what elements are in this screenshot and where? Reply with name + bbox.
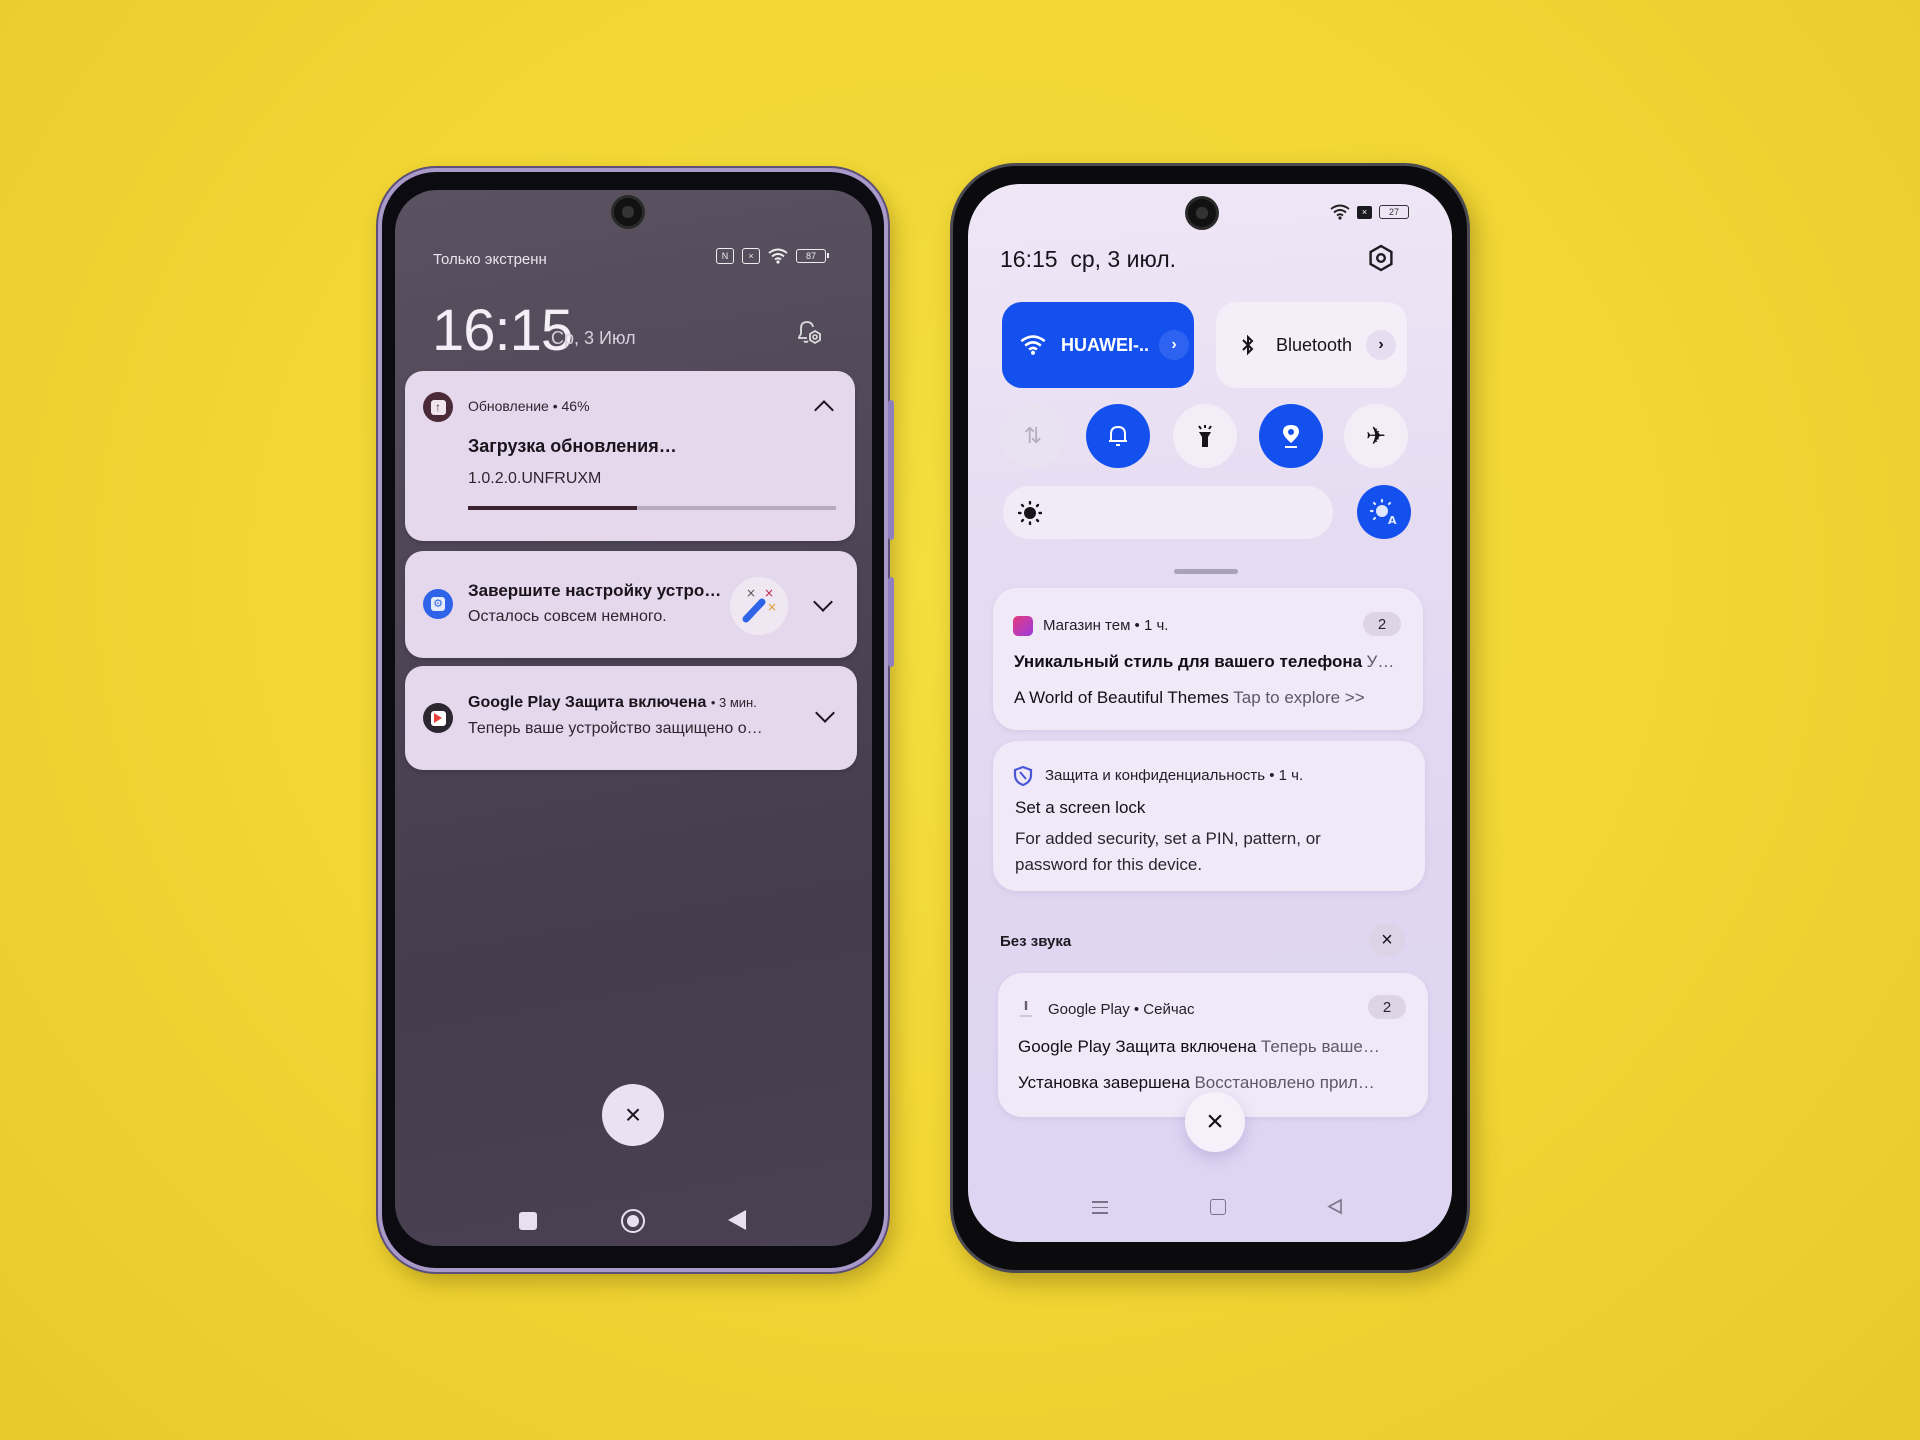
notification-text: Tap to explore >> bbox=[1233, 688, 1365, 707]
power-button bbox=[888, 577, 894, 667]
location-toggle[interactable] bbox=[1259, 404, 1323, 468]
notification-title: Google Play Защита включена bbox=[1018, 1037, 1257, 1056]
notification-text: Восстановлено прил… bbox=[1194, 1073, 1375, 1092]
notification-text: У… bbox=[1366, 652, 1395, 671]
bluetooth-icon bbox=[1242, 334, 1254, 356]
brightness-slider[interactable] bbox=[1003, 486, 1333, 539]
notification-title: Завершите настройку устро… bbox=[468, 581, 722, 600]
front-camera bbox=[614, 198, 642, 226]
notification-title: Установка завершена bbox=[1018, 1073, 1191, 1092]
shield-icon bbox=[1013, 765, 1033, 787]
collapse-chevron-icon[interactable] bbox=[814, 400, 834, 420]
clear-silent-button[interactable]: × bbox=[1369, 923, 1405, 957]
svg-text:×: × bbox=[764, 586, 774, 600]
airplane-mode-toggle[interactable]: ✈ bbox=[1344, 404, 1408, 468]
airplane-icon: ✈ bbox=[1365, 422, 1387, 450]
nfc-icon: N bbox=[716, 248, 734, 264]
qs-time: 16:15 bbox=[1000, 246, 1058, 272]
notification-count-badge: 2 bbox=[1363, 612, 1401, 636]
notification-play-protect[interactable]: Google Play Защита включена • 3 мин. Теп… bbox=[405, 666, 857, 770]
notification-title: Set a screen lock bbox=[1015, 798, 1146, 817]
volume-button bbox=[888, 400, 894, 540]
google-play-icon bbox=[423, 703, 453, 733]
no-sim-icon: × bbox=[742, 248, 760, 264]
notification-text: Осталось совсем немного. bbox=[468, 608, 667, 625]
theme-store-icon bbox=[1013, 616, 1033, 636]
svg-text:×: × bbox=[746, 586, 756, 600]
notification-meta: Защита и конфиденциальность • 1 ч. bbox=[1045, 767, 1304, 784]
notification-title: Google Play Защита включена bbox=[468, 694, 707, 711]
sound-toggle[interactable] bbox=[1086, 404, 1150, 468]
expand-chevron-icon[interactable] bbox=[813, 592, 833, 612]
home-button[interactable] bbox=[621, 1209, 645, 1233]
expand-chevron-icon[interactable] bbox=[815, 703, 835, 723]
mobile-data-icon: ⇅ bbox=[1023, 423, 1043, 448]
notification-meta: Google Play • Сейчас bbox=[1048, 1001, 1195, 1018]
notification-security[interactable]: Защита и конфиденциальность • 1 ч. Set a… bbox=[993, 741, 1425, 891]
wifi-details-chevron-icon[interactable]: › bbox=[1159, 330, 1189, 360]
notification-theme-store[interactable]: Магазин тем • 1 ч. 2 Уникальный стиль дл… bbox=[993, 588, 1423, 730]
home-button[interactable] bbox=[1210, 1199, 1226, 1215]
wifi-icon bbox=[1020, 335, 1046, 355]
notification-settings-icon[interactable] bbox=[794, 318, 824, 348]
bluetooth-tile-label: Bluetooth bbox=[1276, 334, 1353, 355]
qs-date: ср, 3 июл. bbox=[1070, 246, 1176, 272]
panel-drag-handle[interactable] bbox=[1174, 569, 1238, 574]
clear-all-button[interactable]: × bbox=[602, 1084, 664, 1146]
wifi-tile-label: HUAWEI-.. bbox=[1061, 334, 1149, 355]
status-icons: × 27 bbox=[1330, 204, 1412, 220]
lockscreen-date: Ср, 3 Июл bbox=[551, 328, 636, 348]
battery-icon: 87 bbox=[796, 249, 829, 263]
wifi-icon bbox=[768, 248, 788, 264]
front-camera bbox=[1188, 199, 1216, 227]
bluetooth-tile[interactable]: Bluetooth › bbox=[1216, 302, 1407, 388]
auto-brightness-button[interactable]: A bbox=[1357, 485, 1411, 539]
svg-text:×: × bbox=[767, 600, 777, 614]
notification-title: Загрузка обновления… bbox=[468, 436, 677, 456]
bluetooth-details-chevron-icon[interactable]: › bbox=[1366, 330, 1397, 360]
settings-gear-icon[interactable] bbox=[1367, 244, 1395, 272]
update-progress-fill bbox=[468, 506, 638, 510]
magic-wand-icon: × × × bbox=[730, 577, 788, 635]
notification-meta: Магазин тем • 1 ч. bbox=[1043, 617, 1169, 634]
notification-text: For added security, set a PIN, pattern, … bbox=[1015, 829, 1321, 874]
notification-title: A World of Beautiful Themes bbox=[1014, 688, 1229, 707]
quick-settings-datetime: 16:15 ср, 3 июл. bbox=[1000, 246, 1176, 273]
notification-meta: Обновление • 46% bbox=[468, 398, 590, 414]
notification-time: • 3 мин. bbox=[710, 695, 757, 710]
notification-count-badge: 2 bbox=[1368, 995, 1406, 1019]
notification-finish-setup[interactable]: ⚙ Завершите настройку устро… Осталось со… bbox=[405, 551, 857, 658]
no-sim-icon: × bbox=[1357, 205, 1372, 219]
bell-icon bbox=[1109, 425, 1127, 446]
notification-title: Уникальный стиль для вашего телефона bbox=[1014, 652, 1363, 671]
silent-section-header: Без звука bbox=[1000, 933, 1072, 950]
status-carrier-text: Только экстренн bbox=[433, 251, 547, 268]
location-pin-icon bbox=[1283, 425, 1299, 448]
back-button[interactable] bbox=[1327, 1198, 1343, 1215]
settings-icon: ⚙ bbox=[423, 589, 453, 619]
wifi-tile[interactable]: HUAWEI-.. › bbox=[1002, 302, 1194, 388]
brightness-sun-icon bbox=[1018, 501, 1042, 525]
recents-button[interactable] bbox=[519, 1212, 537, 1230]
wifi-icon bbox=[1330, 204, 1350, 220]
back-button[interactable] bbox=[728, 1210, 746, 1230]
menu-button[interactable] bbox=[1092, 1199, 1108, 1215]
notification-text: Теперь ваше устройство защищено о… bbox=[468, 720, 763, 737]
update-progress-bar bbox=[468, 506, 836, 510]
status-icons: N × 87 bbox=[716, 248, 829, 264]
flashlight-toggle[interactable] bbox=[1173, 404, 1237, 468]
notification-text: 1.0.2.0.UNFRUXM bbox=[468, 470, 602, 487]
download-icon bbox=[1020, 1001, 1032, 1017]
auto-brightness-icon: A bbox=[1369, 498, 1397, 526]
notification-update[interactable]: ↑ Обновление • 46% Загрузка обновления… … bbox=[405, 371, 855, 541]
svg-text:A: A bbox=[1388, 514, 1397, 526]
mobile-data-toggle[interactable]: ⇅ bbox=[1001, 404, 1065, 468]
clear-all-button[interactable]: × bbox=[1185, 1092, 1245, 1152]
battery-icon: 27 bbox=[1379, 205, 1412, 219]
notification-text: Теперь ваше… bbox=[1260, 1037, 1380, 1056]
system-update-icon: ↑ bbox=[423, 392, 453, 422]
flashlight-icon bbox=[1198, 425, 1212, 447]
